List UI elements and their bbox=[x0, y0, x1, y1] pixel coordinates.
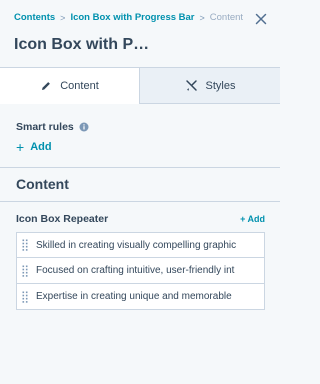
repeater-item-text: Skilled in creating visually compelling … bbox=[36, 239, 237, 251]
pencil-icon bbox=[40, 80, 52, 92]
content-section-title: Content bbox=[16, 176, 69, 192]
add-smart-rule-label: Add bbox=[30, 141, 52, 153]
plus-icon: + bbox=[16, 139, 25, 155]
smart-rules-label: Smart rules bbox=[16, 121, 74, 133]
drag-handle-icon[interactable] bbox=[17, 259, 33, 283]
tab-styles-label: Styles bbox=[205, 79, 236, 92]
breadcrumb-link-module[interactable]: Icon Box with Progress Bar bbox=[70, 12, 194, 23]
section-divider bbox=[0, 201, 280, 202]
breadcrumb-current: Content bbox=[209, 12, 244, 23]
close-button[interactable] bbox=[253, 11, 269, 27]
tab-bar: Content Styles bbox=[0, 67, 280, 104]
breadcrumb: Contents > Icon Box with Progress Bar > … bbox=[14, 12, 243, 23]
breadcrumb-separator: > bbox=[199, 12, 205, 23]
tab-content-label: Content bbox=[60, 80, 99, 92]
drag-handle-icon[interactable] bbox=[17, 233, 33, 257]
panel-header: Contents > Icon Box with Progress Bar > … bbox=[0, 0, 280, 67]
smart-rules-heading: Smart rules bbox=[16, 121, 89, 133]
repeater-add-button[interactable]: + Add bbox=[240, 214, 265, 224]
breadcrumb-separator: > bbox=[60, 12, 66, 23]
repeater-item[interactable]: Skilled in creating visually compelling … bbox=[16, 232, 265, 258]
tab-styles[interactable]: Styles bbox=[140, 68, 280, 104]
info-icon[interactable] bbox=[79, 122, 89, 132]
repeater-list: Skilled in creating visually compelling … bbox=[16, 232, 265, 310]
repeater-item[interactable]: Focused on crafting intuitive, user-frie… bbox=[16, 258, 265, 284]
breadcrumb-link-contents[interactable]: Contents bbox=[14, 12, 55, 23]
tab-content[interactable]: Content bbox=[0, 68, 140, 104]
repeater-label: Icon Box Repeater bbox=[16, 213, 109, 225]
page-title: Icon Box with P… bbox=[14, 36, 150, 53]
drag-handle-icon[interactable] bbox=[17, 285, 33, 309]
repeater-item-text: Focused on crafting intuitive, user-frie… bbox=[36, 265, 235, 276]
repeater-item[interactable]: Expertise in creating unique and memorab… bbox=[16, 284, 265, 310]
smart-rules-section: Smart rules + Add bbox=[0, 104, 280, 168]
paint-icon bbox=[185, 79, 198, 92]
repeater-item-text: Expertise in creating unique and memorab… bbox=[36, 291, 232, 302]
close-icon bbox=[255, 13, 267, 25]
add-smart-rule-button[interactable]: + Add bbox=[16, 140, 52, 154]
